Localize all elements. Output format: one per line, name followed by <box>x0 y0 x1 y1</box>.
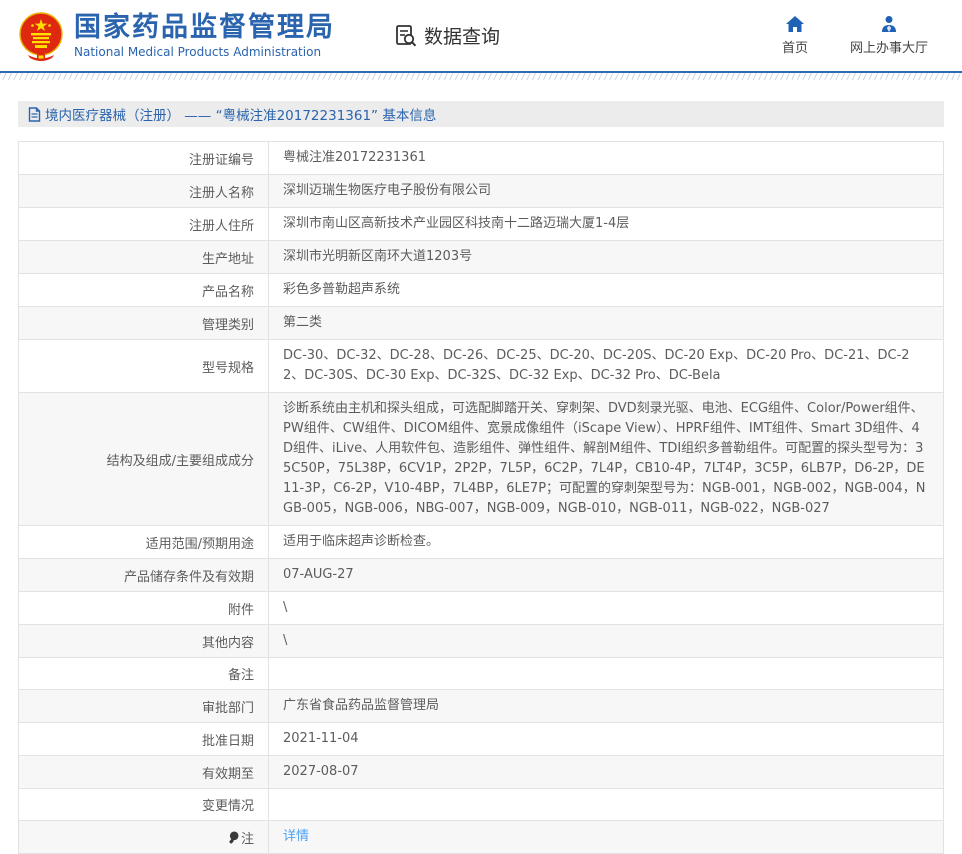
row-label: 适用范围/预期用途 <box>18 525 269 559</box>
table-row: 注册人名称 深圳迈瑞生物医疗电子股份有限公司 <box>18 174 944 208</box>
row-value: 深圳迈瑞生物医疗电子股份有限公司 <box>268 174 944 208</box>
row-label: 审批部门 <box>18 689 269 723</box>
site-title-en: National Medical Products Administration <box>74 44 322 59</box>
row-label: 型号规格 <box>18 339 269 393</box>
registration-info-table: 注册证编号 粤械注准20172231361 注册人名称 深圳迈瑞生物医疗电子股份有限公… <box>18 141 944 854</box>
row-value: \ <box>268 624 944 658</box>
row-value: 广东省食品药品监督管理局 <box>268 689 944 723</box>
table-row: 附件 \ <box>18 591 944 625</box>
row-label: 注册人名称 <box>18 174 269 208</box>
site-title-cn: 国家药品监督管理局 <box>74 11 335 43</box>
row-label: 注册证编号 <box>18 141 269 175</box>
person-icon <box>881 16 896 32</box>
nav-online-hall-label: 网上办事大厅 <box>849 41 928 56</box>
section-title: 境内医疗器械（注册） —— “粤械注准20172231361” 基本信息 <box>45 108 437 124</box>
row-label: 其他内容 <box>18 624 269 658</box>
table-row: 变更情况 <box>18 788 944 821</box>
row-label: 管理类别 <box>18 306 269 340</box>
page-icon <box>28 106 41 122</box>
row-label: 注册人住所 <box>18 207 269 241</box>
row-value: 粤械注准20172231361 <box>268 141 944 175</box>
row-value: 第二类 <box>268 306 944 340</box>
row-label: 批准日期 <box>18 722 269 756</box>
national-emblem-icon <box>19 11 63 61</box>
table-row: 审批部门 广东省食品药品监督管理局 <box>18 689 944 723</box>
row-value <box>268 657 944 690</box>
row-value: 诊断系统由主机和探头组成，可选配脚踏开关、穿刺架、DVD刻录光驱、电池、ECG组… <box>268 392 944 526</box>
row-value <box>268 788 944 821</box>
row-label: 产品储存条件及有效期 <box>18 558 269 592</box>
row-label: 有效期至 <box>18 755 269 789</box>
row-label: 产品名称 <box>18 273 269 307</box>
table-row: 注详情 <box>18 820 944 854</box>
table-row: 结构及组成/主要组成成分 诊断系统由主机和探头组成，可选配脚踏开关、穿刺架、DVD… <box>18 392 944 526</box>
home-icon <box>785 16 804 32</box>
row-label: 生产地址 <box>18 240 269 274</box>
nav-home[interactable]: 首页 <box>782 15 808 56</box>
nmpa-logo[interactable]: 国家药品监督管理局 National Medical Products Admi… <box>18 10 335 62</box>
row-label: 备注 <box>18 657 269 690</box>
site-header: 国家药品监督管理局 National Medical Products Admi… <box>0 0 962 71</box>
data-query-nav[interactable]: 数据查询 <box>393 22 500 49</box>
detail-link[interactable]: 详情 <box>283 829 309 844</box>
table-row: 型号规格 DC-30、DC-32、DC-28、DC-26、DC-25、DC-20、… <box>18 339 944 393</box>
table-row: 有效期至 2027-08-07 <box>18 755 944 789</box>
row-label: 变更情况 <box>18 788 269 821</box>
nav-online-hall[interactable]: 网上办事大厅 <box>850 15 928 56</box>
table-row: 管理类别 第二类 <box>18 306 944 340</box>
row-value: 07-AUG-27 <box>268 558 944 592</box>
row-value: \ <box>268 591 944 625</box>
row-value: DC-30、DC-32、DC-28、DC-26、DC-25、DC-20、DC-2… <box>268 339 944 393</box>
data-query-label: 数据查询 <box>424 26 501 48</box>
table-row: 产品储存条件及有效期 07-AUG-27 <box>18 558 944 592</box>
document-search-icon <box>396 24 417 46</box>
table-row: 注册人住所 深圳市南山区高新技术产业园区科技南十二路迈瑞大厦1-4层 <box>18 207 944 241</box>
table-row: 其他内容 \ <box>18 624 944 658</box>
row-value: 详情 <box>268 820 944 854</box>
table-row: 适用范围/预期用途 适用于临床超声诊断检查。 <box>18 525 944 559</box>
row-value: 适用于临床超声诊断检查。 <box>268 525 944 559</box>
row-label: 注 <box>18 820 269 854</box>
section-title-bar: 境内医疗器械（注册） —— “粤械注准20172231361” 基本信息 <box>18 101 944 127</box>
table-row: 备注 <box>18 657 944 690</box>
row-value: 彩色多普勒超声系统 <box>268 273 944 307</box>
table-row: 注册证编号 粤械注准20172231361 <box>18 141 944 175</box>
nav-home-label: 首页 <box>781 41 808 56</box>
row-value: 2021-11-04 <box>268 722 944 756</box>
row-label: 结构及组成/主要组成成分 <box>18 392 269 526</box>
row-value: 深圳市光明新区南环大道1203号 <box>268 240 944 274</box>
row-value: 2027-08-07 <box>268 755 944 789</box>
row-value: 深圳市南山区高新技术产业园区科技南十二路迈瑞大厦1-4层 <box>268 207 944 241</box>
table-row: 产品名称 彩色多普勒超声系统 <box>18 273 944 307</box>
main-content: 境内医疗器械（注册） —— “粤械注准20172231361” 基本信息 注册证… <box>18 101 944 854</box>
row-label: 附件 <box>18 591 269 625</box>
info-table-body: 注册证编号 粤械注准20172231361 注册人名称 深圳迈瑞生物医疗电子股份有限公… <box>18 141 944 854</box>
bulb-icon <box>229 831 239 844</box>
table-row: 生产地址 深圳市光明新区南环大道1203号 <box>18 240 944 274</box>
table-row: 批准日期 2021-11-04 <box>18 722 944 756</box>
header-hatch-strip <box>0 73 962 80</box>
